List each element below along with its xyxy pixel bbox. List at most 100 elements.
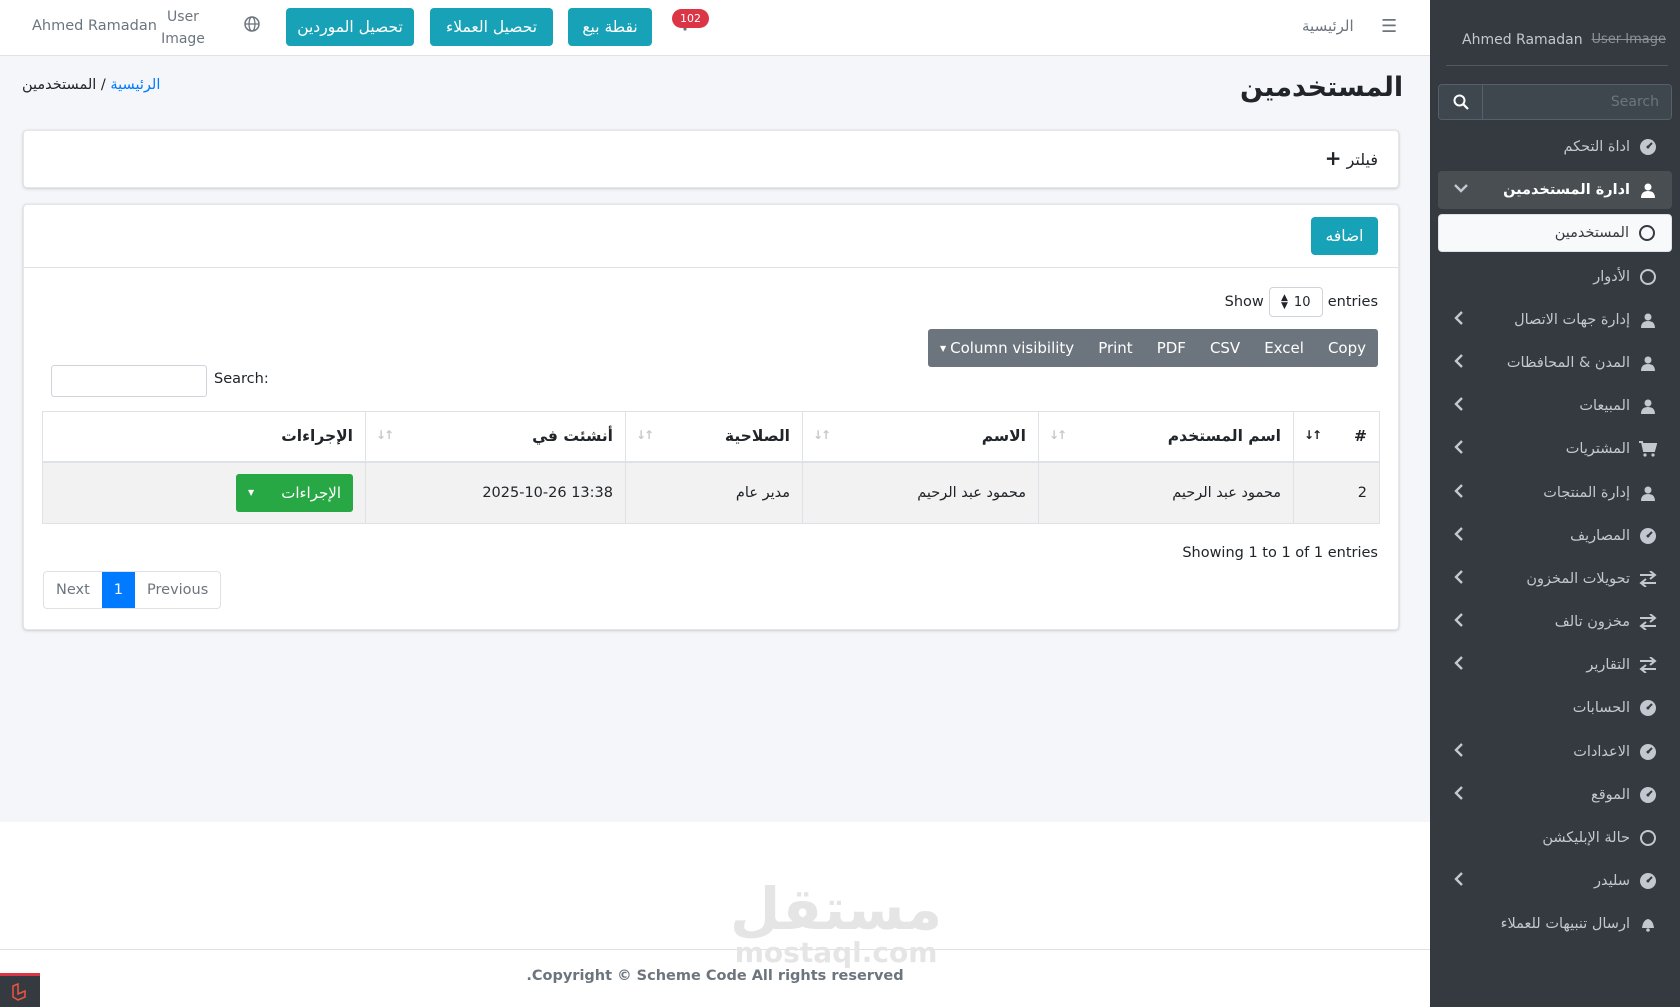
column-header-username[interactable]: اسم المستخدم ↑↓ — [1038, 411, 1294, 463]
column-header-created-at[interactable]: أنشئت في ↑↓ — [365, 411, 626, 463]
sidebar-item[interactable]: حالة الإبليكشن — [1438, 819, 1672, 857]
column-header-name[interactable]: الاسم ↑↓ — [802, 411, 1039, 463]
sidebar-item[interactable]: تحويلات المخزون — [1438, 560, 1672, 598]
sidebar-user-image: User Image — [1591, 32, 1666, 47]
customers-collection-button[interactable]: تحصيل العملاء — [430, 8, 553, 46]
plus-icon: + — [1324, 146, 1342, 170]
table-search-input[interactable] — [51, 365, 207, 397]
sidebar-item[interactable]: الأدوار — [1438, 258, 1672, 296]
topbar-user-image: User Image — [161, 9, 205, 47]
page-size-value: 10 — [1293, 294, 1311, 310]
exchange-icon — [1638, 569, 1658, 589]
column-visibility-button[interactable]: ▼ Column visibility — [928, 329, 1086, 367]
column-header-role[interactable]: الصلاحية ↑↓ — [625, 411, 803, 463]
sidebar-item[interactable]: سليدر — [1438, 862, 1672, 900]
sidebar-item-label: الاعدادات — [1573, 743, 1630, 760]
search-button[interactable] — [1439, 85, 1483, 119]
chevron-left-icon — [1454, 354, 1464, 372]
pdf-button[interactable]: PDF — [1145, 329, 1198, 367]
chevron-left-icon — [1454, 613, 1464, 631]
print-button[interactable]: Print — [1086, 329, 1145, 367]
chevron-down-icon — [1454, 181, 1468, 197]
footer-copyright: Copyright © Scheme Code All rights reser… — [526, 968, 904, 984]
sidebar-item-label: الأدوار — [1593, 268, 1630, 285]
copy-button[interactable]: Copy — [1316, 329, 1378, 367]
chevron-left-icon — [1454, 872, 1464, 890]
sidebar-item[interactable]: إدارة المنتجات — [1438, 474, 1672, 512]
sidebar-item[interactable]: الموقع — [1438, 776, 1672, 814]
dashboard-icon — [1638, 137, 1658, 157]
user-icon — [1638, 180, 1658, 200]
cell-id: 2 — [1293, 461, 1380, 524]
sidebar-item-label: المستخدمين — [1554, 225, 1629, 242]
chevron-left-icon — [1454, 742, 1464, 761]
sidebar-item[interactable]: الاعدادات — [1438, 733, 1672, 771]
dashboard-icon — [1638, 526, 1658, 546]
topbar-home-link[interactable]: الرئيسية — [1302, 17, 1354, 35]
column-header-actions: الإجراءات — [42, 411, 366, 463]
sidebar-item-label: الحسابات — [1572, 700, 1630, 717]
sidebar-item[interactable]: ارسال تنبيهات للعملاء — [1438, 905, 1672, 943]
topbar: ☰ الرئيسية 102 نقطة بيع تحصيل العملاء تح… — [0, 0, 1430, 56]
sidebar-user-panel[interactable]: Ahmed Ramadan User Image — [1446, 22, 1668, 66]
topbar-user-name[interactable]: Ahmed Ramadan — [32, 18, 157, 34]
cell-username: محمود عبد الرحيم — [1038, 461, 1294, 524]
sidebar-item[interactable]: الحسابات — [1438, 689, 1672, 727]
cell-name: محمود عبد الرحيم — [802, 461, 1039, 524]
sidebar-item-label: إدارة المنتجات — [1543, 484, 1630, 501]
circle-icon — [1638, 828, 1658, 848]
pagination-previous[interactable]: Previous — [135, 572, 220, 608]
table-search-label: Search: — [214, 371, 269, 387]
breadcrumb-separator: / — [96, 77, 111, 93]
add-user-button[interactable]: اضافه — [1311, 217, 1378, 255]
sidebar-item[interactable]: التقارير — [1438, 646, 1672, 684]
sort-icon: ↑↓ — [813, 428, 831, 442]
sidebar-nav: اداة التحكم ادارة المستخدمين المستخدمين الأ… — [1438, 128, 1672, 949]
column-header-id[interactable]: # ↑↓ — [1293, 411, 1380, 463]
menu-toggle-icon[interactable]: ☰ — [1381, 16, 1397, 37]
sidebar-item[interactable]: المشتريات — [1438, 430, 1672, 468]
actions-label: الإجراءات — [281, 483, 341, 502]
exchange-icon — [1638, 612, 1658, 632]
suppliers-collection-button[interactable]: تحصيل الموردين — [286, 8, 414, 46]
actions-dropdown-button[interactable]: الإجراءات ▼ — [236, 473, 353, 512]
search-icon — [1453, 94, 1469, 110]
user-icon — [1638, 483, 1658, 503]
cart-icon — [1638, 439, 1658, 459]
sidebar-item[interactable]: إدارة جهات الاتصال — [1438, 301, 1672, 339]
breadcrumb: الرئيسية / المستخدمين — [22, 77, 160, 93]
page-size-select[interactable]: ▲ ▼ 10 — [1268, 287, 1323, 317]
sidebar-item[interactable]: المستخدمين — [1438, 214, 1672, 253]
pagination-next[interactable]: Next — [44, 572, 102, 608]
sidebar-item-label: سليدر — [1594, 873, 1630, 890]
sidebar-item[interactable]: المصاريف — [1438, 517, 1672, 555]
chevron-left-icon — [1454, 397, 1464, 415]
laravel-logo-icon[interactable] — [0, 973, 40, 1007]
sidebar-item[interactable]: المدن & المحافظات — [1438, 344, 1672, 382]
sort-icon: ↑↓ — [376, 428, 394, 442]
caret-down-icon: ▼ — [248, 488, 255, 498]
language-globe-icon[interactable] — [244, 16, 260, 36]
sidebar-item[interactable]: ادارة المستخدمين — [1438, 171, 1672, 210]
sidebar-item[interactable]: اداة التحكم — [1438, 128, 1672, 166]
page-title: المستخدمين — [1240, 72, 1404, 103]
column-visibility-label: Column visibility — [950, 339, 1075, 357]
pos-button[interactable]: نقطة بيع — [568, 8, 652, 46]
sidebar-search-input[interactable] — [1483, 85, 1671, 119]
show-label: Show — [1224, 294, 1264, 310]
chevron-left-icon — [1454, 526, 1464, 545]
sidebar-user-name[interactable]: Ahmed Ramadan — [1462, 32, 1583, 48]
filter-toggle[interactable]: فيلتر + — [1325, 146, 1378, 170]
table-header-row: # ↑↓ اسم المستخدم ↑↓ الاسم ↑↓ الصلاحية ↑↓ أن… — [42, 411, 1380, 463]
cell-created-at: 2025-10-26 13:38 — [365, 461, 626, 524]
sidebar-item[interactable]: مخزون تالف — [1438, 603, 1672, 641]
page-size-control: Show ▲ ▼ 10 entries — [1225, 287, 1378, 317]
pagination-page-1[interactable]: 1 — [101, 572, 136, 608]
excel-button[interactable]: Excel — [1252, 329, 1316, 367]
footer: Copyright © Scheme Code All rights reser… — [0, 822, 1430, 1007]
circle-icon — [1638, 267, 1658, 287]
csv-button[interactable]: CSV — [1198, 329, 1252, 367]
dashboard-icon — [1638, 785, 1658, 805]
breadcrumb-home-link[interactable]: الرئيسية — [110, 77, 160, 93]
sidebar-item[interactable]: المبيعات — [1438, 387, 1672, 425]
